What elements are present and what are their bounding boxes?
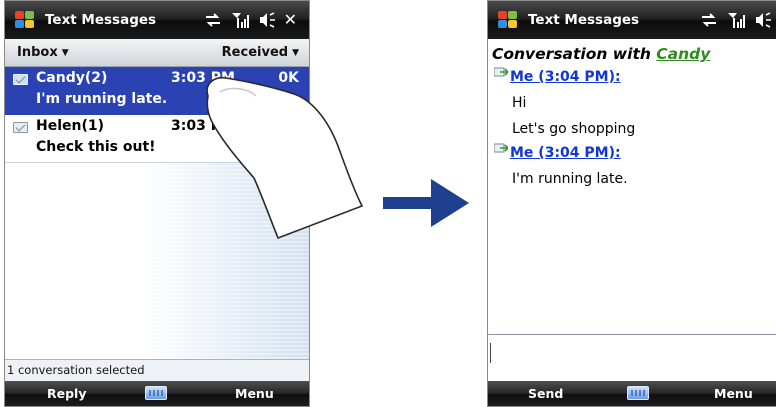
menu-softkey[interactable]: Menu xyxy=(714,386,753,401)
sort-label: Received xyxy=(221,45,289,60)
reply-arrow-icon xyxy=(494,143,508,153)
message-list[interactable]: Candy(2) 3:03 PM 0K I'm running late. He… xyxy=(5,67,309,359)
compose-input[interactable] xyxy=(488,334,776,381)
envelope-icon xyxy=(13,122,28,133)
inbox-screen: Text Messages ✕ Inbox ▼ Received ▼ Candy… xyxy=(4,0,310,407)
keyboard-icon[interactable] xyxy=(627,386,649,400)
message-line: Hi xyxy=(512,95,527,111)
message-count: (1) xyxy=(81,118,105,134)
volume-icon[interactable] xyxy=(257,10,277,30)
signal-icon[interactable] xyxy=(230,10,250,30)
list-item[interactable]: Candy(2) 3:03 PM 0K I'm running late. xyxy=(5,67,309,115)
softkey-bar: Reply Menu xyxy=(5,381,309,406)
message-time: 3:03 PM xyxy=(171,118,235,134)
message-line: Let's go shopping xyxy=(512,121,636,137)
send-softkey[interactable]: Send xyxy=(528,386,563,401)
list-item[interactable]: Helen(1) 3:03 PM Check this out! xyxy=(5,115,309,163)
chevron-down-icon: ▼ xyxy=(292,47,299,58)
keyboard-icon[interactable] xyxy=(145,386,167,400)
conversation-header: Conversation with Candy xyxy=(492,45,710,63)
sync-icon[interactable] xyxy=(203,10,223,30)
sender-label: Me (3:04 PM): xyxy=(510,69,621,85)
message-preview: I'm running late. xyxy=(36,91,168,107)
message-sender[interactable]: Me (3:04 PM): xyxy=(494,67,621,85)
sender-name: Helen xyxy=(36,118,82,134)
status-bar: 1 conversation selected xyxy=(5,359,309,381)
reply-arrow-icon xyxy=(494,67,508,77)
sync-icon[interactable] xyxy=(699,10,719,30)
sort-dropdown[interactable]: Received ▼ xyxy=(222,45,299,60)
message-time: 3:03 PM xyxy=(171,70,235,86)
close-icon[interactable]: ✕ xyxy=(284,10,297,30)
message-line: I'm running late. xyxy=(512,171,628,187)
envelope-icon xyxy=(13,74,28,85)
text-cursor xyxy=(490,343,491,363)
reply-softkey[interactable]: Reply xyxy=(47,386,86,401)
message-size: 0K xyxy=(278,70,299,86)
signal-icon[interactable] xyxy=(726,10,746,30)
message-preview: Check this out! xyxy=(36,139,156,155)
chevron-down-icon: ▼ xyxy=(61,47,69,58)
softkey-bar: Send Menu xyxy=(488,381,776,406)
message-sender[interactable]: Me (3:04 PM): xyxy=(494,143,621,161)
folder-label: Inbox xyxy=(17,45,58,60)
contact-link[interactable]: Candy xyxy=(656,45,710,63)
menu-softkey[interactable]: Menu xyxy=(235,386,274,401)
windows-start-icon[interactable] xyxy=(498,11,518,29)
folder-dropdown[interactable]: Inbox ▼ xyxy=(17,45,69,60)
window-title: Text Messages xyxy=(528,12,640,28)
window-title: Text Messages xyxy=(45,12,157,28)
sender-name: Candy xyxy=(36,70,85,86)
conversation-screen: Text Messages ok Conversation with Candy… xyxy=(487,0,776,407)
conversation-prefix: Conversation with xyxy=(492,45,651,63)
right-arrow-icon xyxy=(383,179,469,227)
message-count: (2) xyxy=(84,70,108,86)
windows-start-icon[interactable] xyxy=(15,11,35,29)
sender-label: Me (3:04 PM): xyxy=(510,145,621,161)
title-bar: Text Messages ✕ xyxy=(5,1,309,39)
list-header: Inbox ▼ Received ▼ xyxy=(5,39,309,67)
volume-icon[interactable] xyxy=(753,10,773,30)
title-bar: Text Messages ok xyxy=(488,1,776,39)
conversation-view: Conversation with Candy Me (3:04 PM): Hi… xyxy=(488,39,776,381)
